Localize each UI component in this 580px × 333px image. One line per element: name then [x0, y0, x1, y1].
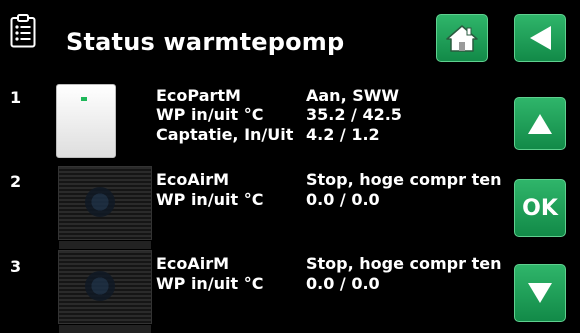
up-arrow-icon: [526, 112, 554, 136]
down-arrow-icon: [526, 281, 554, 305]
ecoair-unit-image: [58, 250, 152, 333]
home-icon: [445, 23, 479, 53]
ecoair-unit-image: [58, 166, 152, 249]
unit-name: EcoPartM: [156, 86, 241, 105]
page-title: Status warmtepomp: [66, 28, 345, 56]
wp-temp-label: WP in/uit °C: [156, 105, 264, 124]
wp-temp-value: 35.2 / 42.5: [306, 105, 402, 124]
fan-icon: [85, 187, 115, 217]
wp-temp-label: WP in/uit °C: [156, 274, 264, 293]
captatie-value: 4.2 / 1.2: [306, 125, 380, 144]
unit-index: 1: [10, 88, 22, 107]
scroll-down-button[interactable]: [514, 264, 566, 322]
unit-status: Stop, hoge compr ten: [306, 170, 502, 189]
unit-index: 2: [10, 172, 22, 191]
back-button[interactable]: [514, 14, 566, 62]
unit-index: 3: [10, 257, 22, 276]
wp-temp-value: 0.0 / 0.0: [306, 190, 380, 209]
scroll-up-button[interactable]: [514, 97, 566, 150]
ok-button[interactable]: OK: [514, 179, 566, 237]
unit-status: Stop, hoge compr ten: [306, 254, 502, 273]
back-arrow-icon: [527, 24, 553, 52]
clipboard-list-icon: [10, 14, 36, 48]
wp-temp-label: WP in/uit °C: [156, 190, 264, 209]
wp-temp-value: 0.0 / 0.0: [306, 274, 380, 293]
fan-icon: [85, 271, 115, 301]
captatie-label: Captatie, In/Uit: [156, 125, 294, 144]
unit-name: EcoAirM: [156, 170, 230, 189]
ecopart-unit-image: [56, 84, 116, 158]
home-button[interactable]: [436, 14, 488, 62]
unit-status: Aan, SWW: [306, 86, 400, 105]
unit-name: EcoAirM: [156, 254, 230, 273]
status-led: [81, 97, 87, 101]
